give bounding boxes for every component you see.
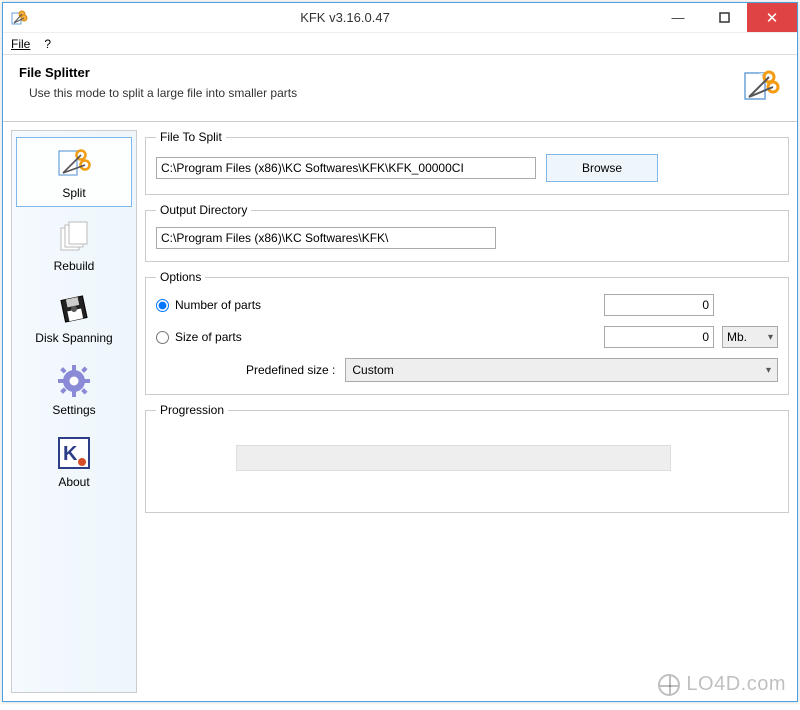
- scissors-file-icon: [739, 65, 781, 107]
- page-subtitle: Use this mode to split a large file into…: [19, 86, 729, 100]
- maximize-button[interactable]: [701, 3, 747, 32]
- sidebar-item-split[interactable]: Split: [16, 137, 132, 207]
- progression-group: Progression: [145, 403, 789, 513]
- sidebar-item-about[interactable]: K About: [16, 427, 132, 495]
- sidebar-item-disk-spanning[interactable]: Disk Spanning: [16, 283, 132, 351]
- kc-logo-icon: K: [54, 433, 94, 473]
- titlebar: KFK v3.16.0.47 — ✕: [3, 3, 797, 33]
- window-title: KFK v3.16.0.47: [35, 10, 655, 25]
- sidebar-item-settings[interactable]: Settings: [16, 355, 132, 423]
- output-directory-legend: Output Directory: [156, 203, 251, 217]
- menubar: File ?: [3, 33, 797, 55]
- floppy-disk-icon: [54, 289, 94, 329]
- browse-button[interactable]: Browse: [546, 154, 658, 182]
- gear-icon: [54, 361, 94, 401]
- options-group: Options Number of parts Size of parts: [145, 270, 789, 395]
- chevron-down-icon: ▾: [768, 332, 773, 343]
- number-of-parts-input[interactable]: [604, 294, 714, 316]
- globe-icon: [658, 674, 680, 696]
- progression-legend: Progression: [156, 403, 228, 417]
- number-of-parts-radio-input[interactable]: [156, 299, 169, 312]
- size-of-parts-radio-input[interactable]: [156, 331, 169, 344]
- output-directory-group: Output Directory: [145, 203, 789, 262]
- app-icon: [9, 8, 29, 28]
- predefined-size-select[interactable]: Custom ▾: [345, 358, 778, 382]
- predefined-size-label: Predefined size :: [246, 363, 335, 377]
- menu-file[interactable]: File: [11, 37, 30, 51]
- stack-files-icon: [54, 217, 94, 257]
- chevron-down-icon: ▾: [766, 365, 771, 376]
- sidebar-item-label: Settings: [20, 403, 128, 417]
- sidebar-item-label: Rebuild: [20, 259, 128, 273]
- size-of-parts-input[interactable]: [604, 326, 714, 348]
- file-to-split-legend: File To Split: [156, 130, 226, 144]
- main-panel: File To Split Browse Output Directory Op…: [145, 130, 789, 693]
- app-window: KFK v3.16.0.47 — ✕ File ? File Splitter …: [2, 2, 798, 702]
- window-controls: — ✕: [655, 3, 797, 32]
- size-of-parts-radio[interactable]: Size of parts: [156, 330, 242, 344]
- progress-bar: [236, 445, 671, 471]
- minimize-button[interactable]: —: [655, 3, 701, 32]
- number-of-parts-radio[interactable]: Number of parts: [156, 298, 261, 312]
- sidebar-item-rebuild[interactable]: Rebuild: [16, 211, 132, 279]
- file-to-split-input[interactable]: [156, 157, 536, 179]
- close-button[interactable]: ✕: [747, 3, 797, 32]
- sidebar-item-label: Split: [21, 186, 127, 200]
- sidebar-item-label: About: [20, 475, 128, 489]
- number-of-parts-label: Number of parts: [175, 298, 261, 312]
- options-legend: Options: [156, 270, 205, 284]
- size-of-parts-label: Size of parts: [175, 330, 242, 344]
- sidebar-item-label: Disk Spanning: [20, 331, 128, 345]
- scissors-file-icon: [54, 144, 94, 184]
- svg-text:K: K: [63, 443, 78, 465]
- output-directory-input[interactable]: [156, 227, 496, 249]
- file-to-split-group: File To Split Browse: [145, 130, 789, 195]
- predefined-size-value: Custom: [352, 363, 393, 377]
- sidebar: Split Rebuild: [11, 130, 137, 693]
- size-unit-value: Mb.: [727, 330, 747, 344]
- size-unit-select[interactable]: Mb. ▾: [722, 326, 778, 348]
- watermark-text: LO4D.com: [686, 673, 786, 696]
- menu-help[interactable]: ?: [44, 37, 51, 51]
- content-body: Split Rebuild: [3, 122, 797, 701]
- watermark: LO4D.com: [658, 673, 786, 696]
- page-header: File Splitter Use this mode to split a l…: [3, 55, 797, 122]
- page-title: File Splitter: [19, 65, 729, 80]
